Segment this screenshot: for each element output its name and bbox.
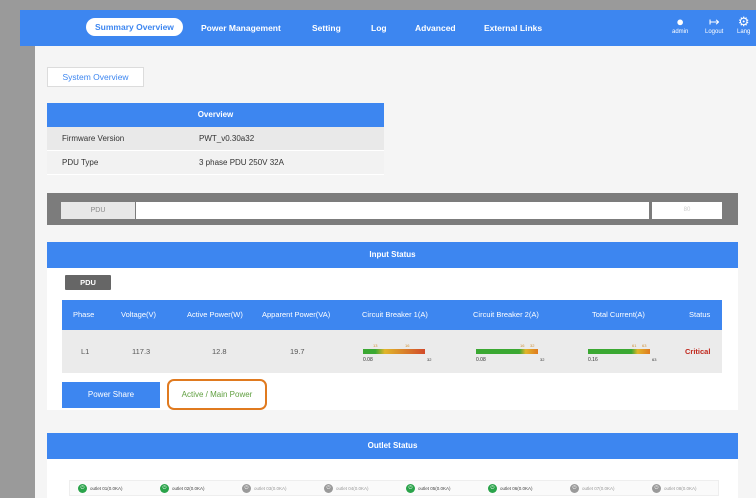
logout-label: Logout xyxy=(705,29,724,35)
total-current-bar xyxy=(588,349,650,354)
logout-button[interactable]: ↦ Logout xyxy=(705,14,723,35)
outlet-status-title: Outlet Status xyxy=(47,433,738,459)
power-on-icon: ⏻ xyxy=(406,484,415,493)
nav-setting[interactable]: Setting xyxy=(312,23,341,33)
power-off-icon: ⏻ xyxy=(652,484,661,493)
nav-power-management[interactable]: Power Management xyxy=(201,23,281,33)
cb1-tick-high: 16 xyxy=(405,343,410,348)
outlet-item[interactable]: ⏻ outlet 02(0.0KA) xyxy=(160,484,205,493)
language-label: Lang xyxy=(737,29,751,35)
power-on-icon: ⏻ xyxy=(78,484,87,493)
outlet-label: outlet 02(0.0KA) xyxy=(172,486,205,491)
cb2-bar xyxy=(476,349,538,354)
cb2-gauge: 16 32 0.08 32 xyxy=(476,343,546,363)
tab-system-overview[interactable]: System Overview xyxy=(47,67,144,87)
user-label: admin xyxy=(672,29,689,35)
col-phase: Phase xyxy=(73,310,95,319)
top-navigation: Summary Overview Power Management Settin… xyxy=(20,10,756,46)
outlet-label: outlet 07(0.0KA) xyxy=(582,486,615,491)
total-tick-high: 63 xyxy=(642,343,647,348)
globe-icon: ⚙ xyxy=(737,14,750,29)
phase-value: L1 xyxy=(81,347,90,356)
input-status-panel: Input Status PDU Phase Voltage(V) Active… xyxy=(47,242,738,410)
col-cb2: Circuit Breaker 2(A) xyxy=(473,310,539,319)
input-status-header: Phase Voltage(V) Active Power(W) Apparen… xyxy=(62,300,722,330)
total-current-value: 0.16 xyxy=(588,357,598,363)
outlet-item[interactable]: ⏻ outlet 05(0.0KA) xyxy=(406,484,451,493)
outlet-label: outlet 08(0.0KA) xyxy=(664,486,697,491)
language-button[interactable]: ⚙ Lang xyxy=(737,14,750,35)
nav-external-links[interactable]: External Links xyxy=(484,23,542,33)
status-badge: Critical xyxy=(685,347,711,356)
total-tick-warn: 61 xyxy=(632,343,637,348)
col-voltage: Voltage(V) xyxy=(121,310,157,319)
power-off-icon: ⏻ xyxy=(242,484,251,493)
cb1-value: 0.08 xyxy=(363,357,373,363)
pdu-badge: PDU xyxy=(65,275,111,290)
total-current-gauge: 61 63 0.16 63 xyxy=(588,343,658,363)
col-apparent-power: Apparent Power(VA) xyxy=(262,310,331,319)
firmware-version-label: Firmware Version xyxy=(62,134,125,143)
outlet-item[interactable]: ⏻ outlet 07(0.0KA) xyxy=(570,484,615,493)
cb1-gauge: 13 16 0.08 32 xyxy=(363,343,433,363)
outlet-item[interactable]: ⏻ outlet 01(0.0KA) xyxy=(78,484,123,493)
power-share-button[interactable]: Power Share xyxy=(62,382,160,408)
power-on-icon: ⏻ xyxy=(160,484,169,493)
nav-log[interactable]: Log xyxy=(371,23,387,33)
nav-summary-overview[interactable]: Summary Overview xyxy=(86,18,183,36)
outlet-label: outlet 04(0.0KA) xyxy=(336,486,369,491)
col-total-current: Total Current(A) xyxy=(592,310,645,319)
active-main-power-button[interactable]: Active / Main Power xyxy=(167,379,267,410)
pdu-tab[interactable]: PDU xyxy=(61,202,135,219)
total-tick-max: 63 xyxy=(652,357,657,362)
outlet-item[interactable]: ⏻ outlet 08(0.0KA) xyxy=(652,484,697,493)
pdu-end-label: 80 xyxy=(652,202,722,219)
user-menu[interactable]: ● admin xyxy=(672,14,688,35)
voltage-value: 117.3 xyxy=(132,347,151,356)
cb1-tick-warn: 13 xyxy=(373,343,378,348)
outlet-item[interactable]: ⏻ outlet 04(0.0KA) xyxy=(324,484,369,493)
outlet-list: ⏻ outlet 01(0.0KA) ⏻ outlet 02(0.0KA) ⏻ … xyxy=(69,480,719,496)
power-on-icon: ⏻ xyxy=(488,484,497,493)
outlet-status-panel: Outlet Status ⏻ outlet 01(0.0KA) ⏻ outle… xyxy=(47,433,738,498)
pdu-selector-bar: PDU 80 xyxy=(47,193,738,225)
col-status: Status xyxy=(689,310,711,319)
table-row: Firmware Version PWT_v0.30a32 xyxy=(47,127,384,151)
cb1-bar xyxy=(363,349,425,354)
power-off-icon: ⏻ xyxy=(324,484,333,493)
active-power-value: 12.8 xyxy=(212,347,227,356)
user-icon: ● xyxy=(676,14,685,29)
col-active-power: Active Power(W) xyxy=(187,310,243,319)
cb2-tick-max: 32 xyxy=(540,357,545,362)
pdu-strip xyxy=(136,202,649,219)
outlet-item[interactable]: ⏻ outlet 03(0.0KA) xyxy=(242,484,287,493)
cb2-tick-warn: 16 xyxy=(520,343,525,348)
pdu-type-value: 3 phase PDU 250V 32A xyxy=(199,158,284,167)
table-row: PDU Type 3 phase PDU 250V 32A xyxy=(47,151,384,175)
cb2-tick-high: 32 xyxy=(530,343,535,348)
cb1-tick-max: 32 xyxy=(427,357,432,362)
firmware-version-value: PWT_v0.30a32 xyxy=(199,134,255,143)
col-cb1: Circuit Breaker 1(A) xyxy=(362,310,428,319)
outlet-label: outlet 01(0.0KA) xyxy=(90,486,123,491)
outlet-label: outlet 05(0.0KA) xyxy=(418,486,451,491)
overview-title: Overview xyxy=(47,103,384,127)
pdu-type-label: PDU Type xyxy=(62,158,99,167)
outlet-label: outlet 03(0.0KA) xyxy=(254,486,287,491)
cb2-value: 0.08 xyxy=(476,357,486,363)
outlet-item[interactable]: ⏻ outlet 06(0.0KA) xyxy=(488,484,533,493)
apparent-power-value: 19.7 xyxy=(290,347,305,356)
logout-icon: ↦ xyxy=(708,14,720,29)
input-status-title: Input Status xyxy=(47,242,738,268)
overview-table: Overview Firmware Version PWT_v0.30a32 P… xyxy=(47,103,384,175)
power-off-icon: ⏻ xyxy=(570,484,579,493)
outlet-label: outlet 06(0.0KA) xyxy=(500,486,533,491)
nav-advanced[interactable]: Advanced xyxy=(415,23,456,33)
table-row: L1 117.3 12.8 19.7 13 16 0.08 32 16 32 0… xyxy=(62,330,722,373)
